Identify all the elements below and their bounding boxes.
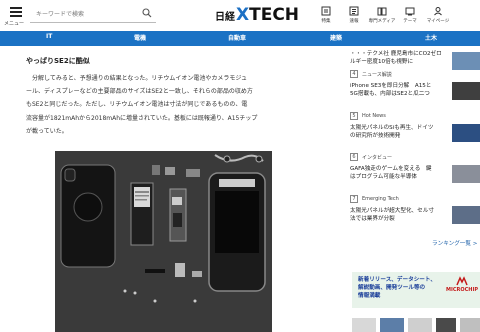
sidebar-tag: 5 Hot News [350,112,433,120]
rank-number: 7 [350,195,358,203]
sidebar-item-title-line: 太陽光パネルのSiも再生、ドイツ [350,125,434,131]
ad-brand: MICROCHIP [446,287,478,293]
nav-item-architecture[interactable]: 建築 [330,33,342,42]
sidebar-item-title-line: ・・・テクメ社 鹿児島市にCO2ゼロ [350,51,442,57]
ad-text: 新着リリース、データシート、 解説動画、開発ツール等の 情報満載 [358,276,438,300]
sidebar-tag: 6 インタビュー [350,153,431,161]
article-subheading: やっぱりSE2に酷似 [26,57,90,65]
sidebar-item-partial[interactable]: ・・・テクメ社 鹿児島市にCO2ゼロ ルギー密度10倍も視野に [350,50,442,66]
header-link-special[interactable]: 特集 [312,6,340,28]
sidebar-item-4[interactable]: 4 ニュース解説 iPhone SE3を即日分解 A15と 5G搭載も、内部はSE… [350,70,431,98]
menu-button[interactable]: メニュー [4,5,26,29]
ad-thumbnails [352,318,480,332]
rank-number: 4 [350,70,358,78]
category-nav: IT 電機 自動車 建築 土木 [0,31,480,46]
advertisement-banner[interactable]: 新着リリース、データシート、 解説動画、開発ツール等の 情報満載 MICROCH… [352,272,480,308]
site-logo[interactable]: 日経 XTECH [215,5,299,25]
header-link-label: 特集 [321,19,331,24]
ad-line: 解説動画、開発ツール等の [358,285,426,291]
sidebar-item-title-line: 法では業界が分裂 [350,216,395,222]
sidebar-item-title-line: 太陽光パネルが超大型化、セル寸 [350,208,434,214]
search-box [30,6,156,23]
nav-item-civil[interactable]: 土木 [425,33,437,42]
special-icon [321,6,331,16]
sidebar-item-7[interactable]: 7 Emerging Tech 太陽光パネルが超大型化、セル寸 法では業界が分裂 [350,195,434,223]
nav-item-electronics[interactable]: 電機 [134,33,146,42]
menu-label: メニュー [4,21,25,27]
paragraph-line: 流容量が1821mAhから2018mAhに増量されていた。基板には既報通り、A1… [26,114,258,122]
article-paragraph: 分解してみると、予想通りの結果となった。リチウムイオン電池やカメラモジュ ール、… [26,72,316,138]
header-link-mypage[interactable]: マイページ [424,6,452,28]
sidebar-item-title-line: GAFA独走のゲームを変える 鍵 [350,166,432,172]
hamburger-icon [10,7,22,17]
mypage-icon [434,7,442,16]
ad-line: 情報満載 [358,293,381,299]
thumbnail-image[interactable] [452,206,480,224]
paragraph-line: 分解してみると、予想通りの結果となった。リチウムイオン電池やカメラモジュ [26,75,247,82]
nav-item-it[interactable]: IT [46,33,52,40]
logo-x: X [236,5,250,25]
search-icon[interactable] [142,8,152,18]
logo-prefix: 日経 [215,11,235,23]
sidebar-item-title-line: 5G搭載も、内部はSE2と瓜二つ [350,91,430,97]
thumbnail-image[interactable] [452,82,480,100]
sidebar-item-6[interactable]: 6 インタビュー GAFA独走のゲームを変える 鍵 はプログラム可能な半導体 [350,153,431,181]
sidebar-ranking: ・・・テクメ社 鹿児島市にCO2ゼロ ルギー密度10倍も視野に 4 ニュース解説 … [340,46,480,332]
paragraph-line: もSE2と同じだった。ただし、リチウムイオン電池は寸法が同じであるものの、電 [26,101,248,109]
thumbnail-image[interactable] [452,165,480,183]
header-link-newsflash[interactable]: 速報 [340,6,368,28]
rank-number: 5 [350,112,358,120]
thumbnail-image[interactable] [452,124,480,142]
sidebar-item-title-line: iPhone SE3を即日分解 A15と [350,83,432,89]
thumbnail-image[interactable] [452,52,480,70]
header-icon-menu: 特集 速報 専門メディア テーマ マイページ [312,6,480,28]
logo-rest: TECH [249,5,300,25]
sidebar-item-title-line: はプログラム可能な半導体 [350,174,417,180]
header-link-label: 専門メディア [368,19,396,24]
site-header: メニュー 日経 XTECH 特集 速報 専門メディア テーマ マイペー [0,0,480,31]
tag-label: インタビュー [362,154,393,161]
sidebar-tag: 7 Emerging Tech [350,195,434,203]
paragraph-line: が載っていた。 [26,127,68,135]
sidebar-item-5[interactable]: 5 Hot News 太陽光パネルのSiも再生、ドイツ の研究所が技術開発 [350,112,433,140]
teardown-photo[interactable] [55,151,272,332]
tag-label: ニュース解説 [362,71,392,78]
sidebar-item-title-line: ルギー密度10倍も視野に [350,59,414,65]
header-link-label: テーマ [403,19,417,24]
paragraph-line: ール、ディスプレーなどの主要部品のサイズはSE2と一致し、それらの部品の収め方 [26,88,253,96]
microchip-logo-icon [456,276,468,286]
article-body: やっぱりSE2に酷似 分解してみると、予想通りの結果となった。リチウムイオン電池… [0,46,340,332]
rank-number: 6 [350,153,358,161]
theme-icon [405,7,415,16]
sidebar-tag: 4 ニュース解説 [350,70,431,78]
ranking-list-link[interactable]: ランキング一覧 > [432,239,477,247]
header-link-theme[interactable]: テーマ [396,6,424,28]
sidebar-item-title-line: の研究所が技術開発 [350,133,401,139]
nav-item-automotive[interactable]: 自動車 [228,33,246,42]
header-link-media[interactable]: 専門メディア [368,6,396,28]
newsflash-icon [349,6,359,16]
tag-label: Hot News [362,113,386,119]
header-link-label: 速報 [349,19,359,24]
media-icon [377,7,387,16]
search-input[interactable] [36,8,136,20]
header-link-label: マイページ [426,19,450,24]
tag-label: Emerging Tech [362,196,399,202]
ad-line: 新着リリース、データシート、 [358,277,436,283]
